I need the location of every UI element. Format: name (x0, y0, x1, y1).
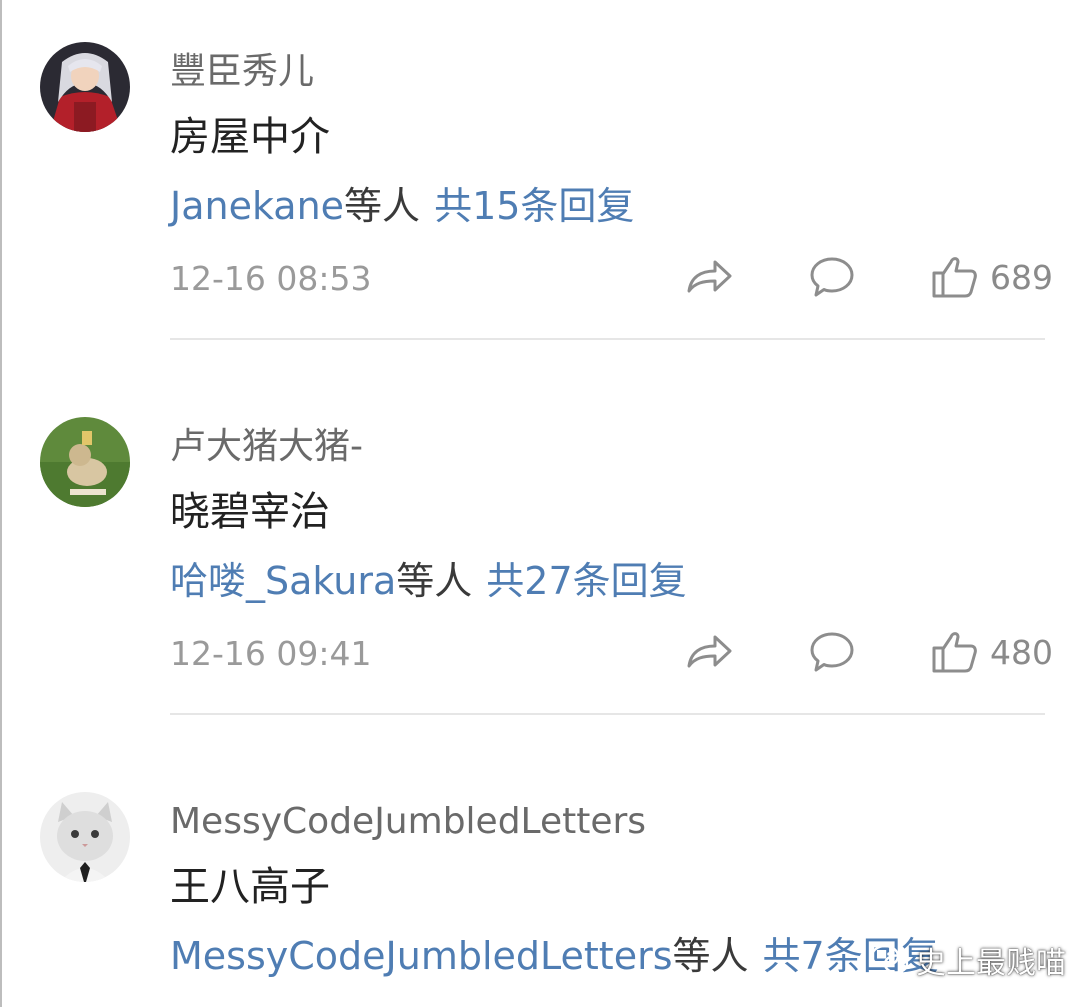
share-button[interactable] (685, 252, 733, 302)
comment-text: 晓碧宰治 (170, 489, 330, 535)
share-icon (687, 635, 732, 668)
reply-users-link[interactable]: 哈喽_Sakura (170, 559, 396, 603)
reply-count-link[interactable]: 共15条回复 (434, 184, 634, 228)
thumbs-up-icon (932, 257, 977, 298)
user-avatar[interactable] (40, 417, 130, 507)
comment-button[interactable] (808, 252, 856, 302)
wechat-watermark: 史上最贱喵 (870, 940, 1066, 981)
comment-timestamp: 12-16 09:41 (170, 634, 372, 673)
watermark-text: 史上最贱喵 (916, 946, 1066, 981)
comment-divider (170, 338, 1045, 340)
anime-character-avatar-icon (40, 42, 130, 132)
comment-bubble-icon (810, 257, 854, 297)
username[interactable]: 豐臣秀儿 (170, 50, 314, 94)
like-count: 689 (990, 257, 1053, 297)
reply-users-suffix: 等人 (396, 559, 473, 603)
like-button[interactable]: 480 (930, 627, 1053, 677)
share-icon (687, 260, 732, 293)
comment-item: 豐臣秀儿 房屋中介 Janekane等人 共15条回复 12-16 08:53 6… (0, 0, 1080, 375)
comment-button[interactable] (808, 627, 856, 677)
reply-summary[interactable]: 哈喽_Sakura等人 共27条回复 (170, 557, 687, 605)
comment-text: 房屋中介 (170, 114, 330, 160)
comment-item: 卢大猪大猪- 晓碧宰治 哈喽_Sakura等人 共27条回复 12-16 09:4… (0, 375, 1080, 750)
comment-timestamp: 12-16 08:53 (170, 259, 372, 298)
thumbs-up-icon (932, 632, 977, 673)
reply-count-link[interactable]: 共27条回复 (486, 559, 686, 603)
username[interactable]: MessyCodeJumbledLetters (170, 800, 646, 844)
share-button[interactable] (685, 627, 733, 677)
cat-on-grass-avatar-icon (40, 417, 130, 507)
cat-with-tie-avatar-icon (40, 792, 130, 882)
like-count: 480 (990, 632, 1053, 672)
user-avatar[interactable] (40, 42, 130, 132)
reply-users-suffix: 等人 (344, 184, 421, 228)
reply-summary[interactable]: MessyCodeJumbledLetters等人 共7条回复 (170, 932, 939, 980)
reply-users-link[interactable]: MessyCodeJumbledLetters (170, 934, 673, 978)
user-avatar[interactable] (40, 792, 130, 882)
reply-users-link[interactable]: Janekane (170, 184, 344, 228)
reply-summary[interactable]: Janekane等人 共15条回复 (170, 182, 634, 230)
comment-divider (170, 713, 1045, 715)
comment-bubble-icon (810, 632, 854, 672)
wechat-icon (870, 944, 909, 974)
comment-text: 王八高子 (170, 864, 330, 910)
reply-users-suffix: 等人 (672, 934, 749, 978)
like-button[interactable]: 689 (930, 252, 1053, 302)
username[interactable]: 卢大猪大猪- (170, 425, 363, 469)
